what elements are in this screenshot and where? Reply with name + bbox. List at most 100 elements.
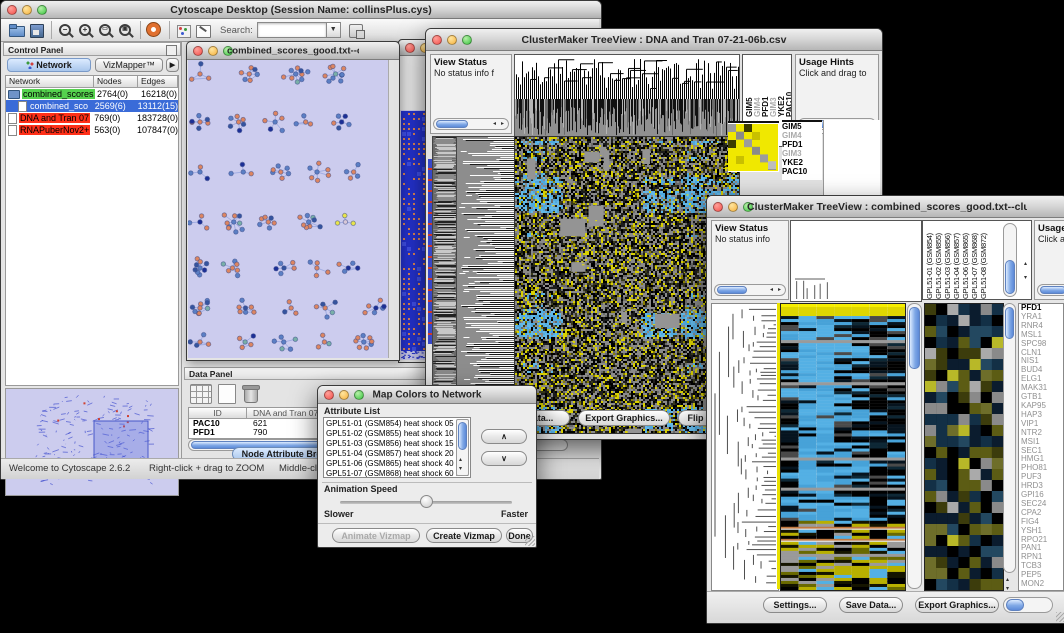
new-attribute-icon[interactable] xyxy=(218,384,236,404)
zoom-view-hscrollbar[interactable] xyxy=(1003,597,1053,613)
treeview2-heatmap[interactable] xyxy=(780,303,906,591)
treeview-button[interactable]: Save Data... xyxy=(839,597,903,613)
treeview2-row-dendrogram[interactable] xyxy=(711,303,779,591)
gene-label: MON2 xyxy=(1021,580,1063,589)
treeview2-window: ClusterMaker TreeView : combined_scores_… xyxy=(706,195,1064,624)
close-icon[interactable] xyxy=(324,390,334,400)
attribute-list-vscrollbar[interactable]: ▴ ▾ xyxy=(456,419,469,476)
minimize-icon[interactable] xyxy=(22,5,32,15)
attribute-table-icon[interactable] xyxy=(190,384,212,404)
column-header[interactable]: Network xyxy=(6,76,94,88)
treeview1-title: ClusterMaker TreeView : DNA and Tran 07-… xyxy=(466,34,842,46)
animate-vizmap-button[interactable]: Animate Vizmap xyxy=(332,528,420,543)
array-labels-vscrollbar[interactable] xyxy=(1003,223,1017,297)
close-icon[interactable] xyxy=(7,5,17,15)
map-dialog-titlebar[interactable]: Map Colors to Network xyxy=(318,386,536,404)
attribute-list-label: Attribute List xyxy=(324,406,380,416)
array-label: GIM4 xyxy=(753,57,761,117)
delete-attribute-icon[interactable] xyxy=(242,384,258,402)
attribute-item[interactable]: GPL51-02 (GSM855) heat shock 10 min xyxy=(326,429,454,439)
network-view-titlebar[interactable]: combined_scores_good.txt--cluste... xyxy=(187,42,399,60)
network-list-row[interactable]: RNAPuberNov2+563(0)107847(0) xyxy=(6,124,178,136)
close-icon[interactable] xyxy=(713,202,723,212)
network-view-title: combined_scores_good.txt--cluste... xyxy=(227,45,359,56)
gene-label: GIM3 xyxy=(782,149,822,158)
close-icon[interactable] xyxy=(193,46,203,56)
animation-speed-slider[interactable] xyxy=(340,501,512,504)
network-tab-icon xyxy=(26,61,34,69)
network-overview-panel[interactable] xyxy=(5,388,179,496)
tab-network[interactable]: Network xyxy=(7,58,91,72)
array-label: GIM3 xyxy=(769,57,777,117)
network-list-row[interactable]: DNA and Tran 07769(0)183728(0) xyxy=(6,112,178,124)
control-panel: Control Panel Network VizMapper™ ▶ Netwo… xyxy=(3,42,182,458)
done-button[interactable]: Done xyxy=(506,528,533,543)
zoom-fit-icon[interactable]: ▭ xyxy=(96,22,116,39)
treeview-button[interactable]: Export Graphics... xyxy=(578,410,670,426)
search-dropdown-arrow-icon[interactable]: ▼ xyxy=(327,22,341,38)
close-icon[interactable] xyxy=(405,43,415,53)
search-input[interactable] xyxy=(257,22,327,38)
treeview-button[interactable]: Settings... xyxy=(763,597,827,613)
minimize-icon[interactable] xyxy=(208,46,218,56)
network-canvas[interactable] xyxy=(188,60,388,358)
annotation-icon[interactable] xyxy=(194,22,214,39)
treeview2-column-dendrogram[interactable] xyxy=(790,220,922,302)
main-titlebar[interactable]: Cytoscape Desktop (Session Name: collins… xyxy=(1,1,601,19)
zoom-in-icon[interactable]: + xyxy=(76,22,96,39)
create-vizmap-button[interactable]: Create Vizmap xyxy=(426,528,502,543)
array-label: GPL51-07 (GSM868) xyxy=(970,221,979,299)
network-list-row[interactable]: combined_scores2764(0)16218(0) xyxy=(6,88,178,100)
treeview2-heatmap-vscrollbar[interactable] xyxy=(907,303,922,589)
attribute-item[interactable]: GPL51-06 (GSM865) heat shock 40 min xyxy=(326,459,454,469)
column-header[interactable]: Nodes xyxy=(94,76,138,88)
float-panel-icon[interactable] xyxy=(166,45,177,56)
nodes-count: 2569(6) xyxy=(95,101,138,111)
gene-label: GIM4 xyxy=(782,131,822,140)
treeview1-zoom-matrix[interactable] xyxy=(728,121,779,172)
minimize-icon[interactable] xyxy=(447,35,457,45)
treeview2-titlebar[interactable]: ClusterMaker TreeView : combined_scores_… xyxy=(707,196,1064,218)
view-status-hscrollbar[interactable]: ◂ ▸ xyxy=(714,284,786,296)
gene-label: YKE2 xyxy=(782,158,822,167)
save-icon[interactable] xyxy=(27,22,47,39)
network-nodes-icon[interactable] xyxy=(174,22,194,39)
attribute-item[interactable]: GPL51-04 (GSM857) heat shock 20 min xyxy=(326,449,454,459)
treeview1-titlebar[interactable]: ClusterMaker TreeView : DNA and Tran 07-… xyxy=(426,29,882,51)
gene-list-vscrollbar[interactable] xyxy=(1003,303,1016,573)
edges-count: 13112(15) xyxy=(138,101,178,111)
treeview1-column-dendrogram[interactable] xyxy=(514,54,740,137)
array-label: GPL51-08 (GSM872) xyxy=(979,221,988,299)
zoom-out-icon[interactable]: − xyxy=(56,22,76,39)
tab-vizmapper[interactable]: VizMapper™ xyxy=(95,58,163,72)
help-lifesaver-icon[interactable] xyxy=(145,22,165,39)
nodes-count: 2764(0) xyxy=(97,89,141,99)
column-header[interactable]: Edges xyxy=(138,76,178,88)
network-list-row[interactable]: combined_sco2569(6)13112(15) xyxy=(6,100,178,112)
slider-thumb[interactable] xyxy=(420,495,433,508)
tab-overflow-arrow[interactable]: ▶ xyxy=(166,58,179,72)
move-attribute-up-button[interactable]: ∧ xyxy=(481,429,527,444)
treeview2-zoom-heatmap[interactable] xyxy=(924,303,1004,591)
zoom-selected-icon[interactable]: ▣ xyxy=(116,22,136,39)
attribute-item[interactable]: GPL51-01 (GSM854) heat shock 05 min xyxy=(326,419,454,429)
close-icon[interactable] xyxy=(432,35,442,45)
network-settings-icon[interactable] xyxy=(347,22,367,39)
usage-hints-hscrollbar[interactable] xyxy=(1037,284,1064,296)
network-view-window: combined_scores_good.txt--cluste... xyxy=(186,41,400,361)
minimize-icon[interactable] xyxy=(728,202,738,212)
attribute-item[interactable]: GPL51-03 (GSM856) heat shock 15 min xyxy=(326,439,454,449)
array-label: GPL51-06 (GSM865) xyxy=(961,221,970,299)
array-label: YKE2 xyxy=(777,57,785,117)
view-status-hscrollbar[interactable]: ◂ ▸ xyxy=(433,118,509,130)
move-attribute-down-button[interactable]: ∨ xyxy=(481,451,527,466)
treeview-button[interactable]: Export Graphics... xyxy=(915,597,999,613)
network-vscrollbar[interactable] xyxy=(388,60,399,358)
network-name: DNA and Tran 07 xyxy=(19,113,90,123)
open-file-icon[interactable] xyxy=(7,22,27,39)
attribute-item[interactable]: GPL51-07 (GSM868) heat shock 60 min xyxy=(326,469,454,478)
attribute-listbox[interactable]: GPL51-01 (GSM854) heat shock 05 minGPL51… xyxy=(323,417,471,478)
main-window-title: Cytoscape Desktop (Session Name: collins… xyxy=(41,4,561,16)
search-label: Search: xyxy=(220,25,253,36)
minimize-icon[interactable] xyxy=(339,390,349,400)
